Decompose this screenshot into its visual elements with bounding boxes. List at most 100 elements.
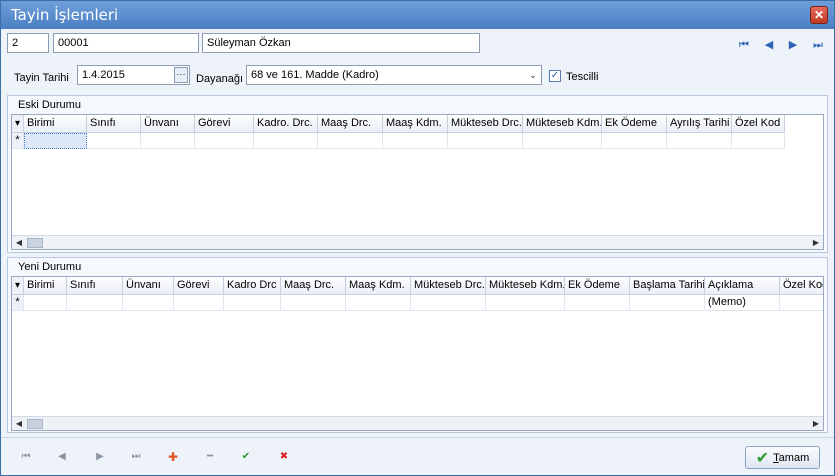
table-cell[interactable] [254,133,318,149]
scroll-thumb[interactable] [27,419,43,429]
eski-horizontal-scrollbar[interactable]: ◀ ▶ [12,235,823,249]
aciklama-memo-cell[interactable]: (Memo) [705,295,780,311]
nav-prev-icon[interactable]: ◀ [762,39,776,51]
yeni-col-ek-odeme[interactable]: Ek Ödeme [565,277,630,295]
column-chooser-icon[interactable]: ▾ [12,115,24,133]
yeni-grid-header: ▾ Birimi Sınıfı Ünvanı Görevi Kadro Drc … [12,277,823,295]
new-row-marker: * [12,133,24,149]
yeni-durumu-group: Yeni Durumu ▾ Birimi Sınıfı Ünvanı Görev… [7,257,828,433]
checkmark-icon: ✔ [755,449,770,467]
add-record-icon[interactable]: ✚ [166,451,180,463]
scroll-left-icon[interactable]: ◀ [12,417,26,430]
table-cell[interactable] [195,133,254,149]
date-picker-button[interactable]: ··· [174,67,188,83]
table-cell[interactable] [383,133,448,149]
dayanagi-label: Dayanağı [196,73,244,85]
tescilli-label: Tescilli [566,71,599,83]
table-cell[interactable] [24,295,67,311]
yeni-col-unvani[interactable]: Ünvanı [123,277,174,295]
yeni-col-maas-drc[interactable]: Maaş Drc. [281,277,346,295]
yeni-col-birimi[interactable]: Birimi [24,277,67,295]
delete-record-icon[interactable]: ━ [203,451,217,463]
eski-col-ozel-kod[interactable]: Özel Kod [732,115,785,133]
yeni-durumu-title: Yeni Durumu [18,261,82,273]
yeni-col-baslama-tarihi[interactable]: Başlama Tarihi [630,277,705,295]
eski-col-mukteseb-drc[interactable]: Mükteseb Drc. [448,115,523,133]
eski-col-gorevi[interactable]: Görevi [195,115,254,133]
table-cell[interactable] [486,295,565,311]
eski-col-kadro-drc[interactable]: Kadro. Drc. [254,115,318,133]
eski-new-row[interactable]: * [12,133,785,149]
first-record-icon[interactable]: ⏮ [19,451,33,463]
scroll-right-icon[interactable]: ▶ [809,417,823,430]
yeni-col-sinifi[interactable]: Sınıfı [67,277,123,295]
window-title: Tayin İşlemleri [11,6,119,24]
nav-last-icon[interactable]: ⏭ [811,39,825,51]
table-cell[interactable] [224,295,281,311]
eski-col-ayrilis-tarihi[interactable]: Ayrılış Tarihi [667,115,732,133]
dayanagi-select[interactable]: 68 ve 161. Madde (Kadro) ⌄ [246,65,542,85]
tamam-label-rest: amam [778,451,810,464]
post-record-icon[interactable]: ✔ [239,451,253,463]
yeni-col-mukteseb-kdm[interactable]: Mükteseb Kdm. [486,277,565,295]
chevron-down-icon[interactable]: ⌄ [526,67,540,83]
table-cell[interactable] [780,295,823,311]
yeni-new-row[interactable]: * (Memo) [12,295,823,311]
nav-next-icon[interactable]: ▶ [786,39,800,51]
nav-first-icon[interactable]: ⏮ [737,39,751,51]
eski-col-ek-odeme[interactable]: Ek Ödeme [602,115,667,133]
yeni-horizontal-scrollbar[interactable]: ◀ ▶ [12,416,823,430]
scroll-thumb[interactable] [27,238,43,248]
column-chooser-icon[interactable]: ▾ [12,277,24,295]
eski-col-birimi[interactable]: Birimi [24,115,87,133]
yeni-col-maas-kdm[interactable]: Maaş Kdm. [346,277,411,295]
name-field[interactable]: Süleyman Özkan [202,33,480,53]
table-cell[interactable] [732,133,785,149]
yeni-col-kadro-drc[interactable]: Kadro Drc [224,277,281,295]
tayin-tarihi-field[interactable]: 1.4.2015 ··· [77,65,190,85]
tescilli-checkbox[interactable]: ✓ [549,70,561,82]
table-cell[interactable] [602,133,667,149]
sicil-field[interactable]: 00001 [53,33,199,53]
close-button[interactable]: ✕ [810,6,828,24]
table-cell[interactable] [24,133,87,149]
eski-col-unvani[interactable]: Ünvanı [141,115,195,133]
table-cell[interactable] [565,295,630,311]
table-cell[interactable] [67,295,123,311]
table-cell[interactable] [411,295,486,311]
eski-col-maas-kdm[interactable]: Maaş Kdm. [383,115,448,133]
cancel-record-icon[interactable]: ✖ [277,451,291,463]
next-record-icon[interactable]: ▶ [93,451,107,463]
eski-col-sinifi[interactable]: Sınıfı [87,115,141,133]
yeni-col-gorevi[interactable]: Görevi [174,277,224,295]
table-cell[interactable] [87,133,141,149]
table-cell[interactable] [123,295,174,311]
yeni-col-aciklama[interactable]: Açıklama [705,277,780,295]
table-cell[interactable] [174,295,224,311]
tayin-tarihi-label: Tayin Tarihi [14,72,69,84]
eski-durumu-grid[interactable]: ▾ Birimi Sınıfı Ünvanı Görevi Kadro. Drc… [11,114,824,250]
table-cell[interactable] [141,133,195,149]
table-cell[interactable] [448,133,523,149]
last-record-icon[interactable]: ⏭ [129,451,143,463]
new-row-marker: * [12,295,24,311]
table-cell[interactable] [318,133,383,149]
yeni-col-ozel-kod[interactable]: Özel Kod [780,277,823,295]
title-bar[interactable]: Tayin İşlemleri ✕ [1,1,834,29]
table-cell[interactable] [346,295,411,311]
table-cell[interactable] [281,295,346,311]
eski-col-maas-drc[interactable]: Maaş Drc. [318,115,383,133]
prev-record-icon[interactable]: ◀ [55,451,69,463]
tamam-button[interactable]: ✔ Tamam [745,446,820,469]
eski-col-mukteseb-kdm[interactable]: Mükteseb Kdm. [523,115,602,133]
table-cell[interactable] [667,133,732,149]
table-cell[interactable] [523,133,602,149]
scroll-left-icon[interactable]: ◀ [12,236,26,249]
sira-field[interactable]: 2 [7,33,49,53]
scroll-right-icon[interactable]: ▶ [809,236,823,249]
bottom-navigator: ⏮ ◀ ▶ ⏭ ✚ ━ ✔ ✖ ✔ Tamam [1,437,834,475]
yeni-col-mukteseb-drc[interactable]: Mükteseb Drc. [411,277,486,295]
yeni-durumu-grid[interactable]: ▾ Birimi Sınıfı Ünvanı Görevi Kadro Drc … [11,276,824,431]
tayin-window: Tayin İşlemleri ✕ 2 00001 Süleyman Özkan… [0,0,835,476]
table-cell[interactable] [630,295,705,311]
